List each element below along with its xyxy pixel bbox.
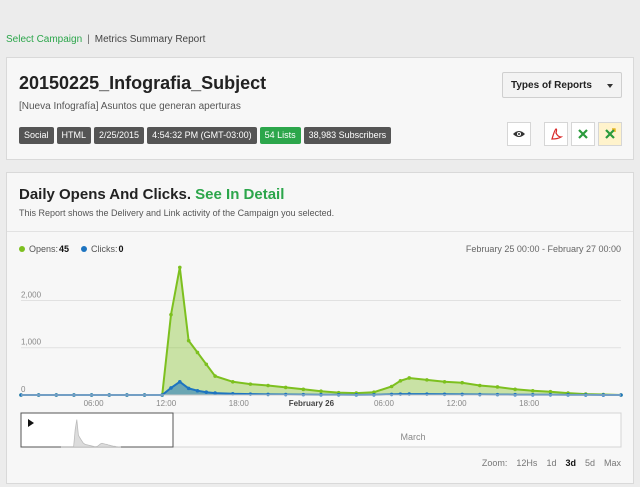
navigator-selected-range xyxy=(20,412,174,448)
opens-data-point xyxy=(425,378,429,382)
zoom-option-1d[interactable]: 1d xyxy=(546,458,556,468)
campaign-subtitle: [Nueva Infografía] Asuntos que generan a… xyxy=(19,101,241,112)
chart-divider xyxy=(7,231,633,232)
x-tick-label: February 26 xyxy=(289,399,335,408)
tag-time: 4:54:32 PM (GMT-03:00) xyxy=(147,127,257,144)
campaign-title: 20150225_Infografia_Subject xyxy=(19,73,267,93)
opens-data-point xyxy=(195,350,200,355)
opens-data-point xyxy=(169,312,173,317)
breadcrumb-select-campaign-link[interactable]: Select Campaign xyxy=(6,34,82,45)
legend-clicks-label: Clicks: xyxy=(91,244,118,254)
x-tick-label: 06:00 xyxy=(374,399,395,408)
opens-data-point xyxy=(319,389,323,394)
y-tick-label: 2,000 xyxy=(21,290,42,299)
opens-data-point xyxy=(398,379,403,383)
export-pdf-button[interactable] xyxy=(544,122,568,146)
clicks-data-point xyxy=(204,390,209,394)
zoom-option-5d[interactable]: 5d xyxy=(585,458,595,468)
zoom-controls: Zoom: 12Hs 1d 3d 5d Max xyxy=(482,458,621,468)
opens-data-point xyxy=(283,385,288,390)
legend-clicks-value: 0 xyxy=(118,244,124,254)
opens-clicks-chart[interactable]: 0 1,000 2,000 06:00 12:00 18:00 February 26 06:… xyxy=(7,255,633,480)
campaign-header-panel: 20150225_Infografia_Subject [Nueva Infog… xyxy=(6,57,634,160)
tag-type: Social xyxy=(19,127,54,144)
see-in-detail-link[interactable]: See In Detail xyxy=(195,186,284,203)
opens-data-point xyxy=(248,382,253,386)
types-of-reports-label: Types of Reports xyxy=(511,79,592,91)
breadcrumb: Select Campaign | Metrics Summary Report xyxy=(6,34,205,45)
x-tick-label: 18:00 xyxy=(519,399,540,408)
opens-data-point xyxy=(389,384,394,389)
campaign-tags: Social HTML 2/25/2015 4:54:32 PM (GMT-03… xyxy=(19,127,392,144)
x-tick-label: 12:00 xyxy=(156,399,177,408)
tag-format: HTML xyxy=(56,127,92,144)
opens-data-point xyxy=(230,379,235,384)
clicks-data-point xyxy=(186,386,191,391)
excel-yellow-icon xyxy=(605,128,616,139)
clicks-data-point xyxy=(178,379,182,384)
opens-series-area xyxy=(21,267,621,395)
export-excel-button[interactable] xyxy=(571,122,595,146)
x-tick-label: 06:00 xyxy=(84,399,105,408)
pdf-icon xyxy=(551,128,563,140)
tag-lists[interactable]: 54 Lists xyxy=(259,127,301,144)
navigator-month-label: March xyxy=(400,432,425,442)
opens-data-point xyxy=(548,389,553,394)
opens-data-point xyxy=(513,387,517,392)
y-tick-label: 1,000 xyxy=(21,338,42,347)
clicks-data-point xyxy=(442,392,447,397)
opens-data-point xyxy=(530,388,535,393)
x-tick-label: 12:00 xyxy=(447,399,468,408)
opens-series-line xyxy=(21,267,622,396)
excel-icon xyxy=(578,129,588,139)
chart-title-text: Daily Opens And Clicks. xyxy=(19,186,191,203)
tag-subscribers: 38,983 Subscribers xyxy=(303,127,392,144)
zoom-option-12hs[interactable]: 12Hs xyxy=(516,458,537,468)
opens-data-point xyxy=(478,383,482,388)
zoom-option-max[interactable]: Max xyxy=(604,458,621,468)
daily-opens-clicks-panel: Daily Opens And Clicks. See In Detail Th… xyxy=(6,172,634,484)
opens-data-point xyxy=(186,338,191,343)
clicks-dot-icon xyxy=(81,246,88,252)
breadcrumb-current: Metrics Summary Report xyxy=(94,34,206,45)
clicks-data-point xyxy=(169,386,173,390)
export-excel-alt-button[interactable] xyxy=(598,122,622,146)
opens-data-point xyxy=(266,383,270,388)
opens-data-point xyxy=(442,379,447,384)
zoom-option-3d[interactable]: 3d xyxy=(565,458,576,468)
clicks-data-point xyxy=(389,392,394,397)
opens-data-point xyxy=(407,376,412,380)
chart-section-title: Daily Opens And Clicks. See In Detail xyxy=(19,186,284,203)
opens-data-point xyxy=(178,265,182,270)
opens-data-point xyxy=(204,362,209,367)
legend-opens-value: 45 xyxy=(59,244,70,254)
opens-data-point xyxy=(301,387,306,392)
legend-opens-label: Opens: xyxy=(29,244,59,254)
chart-description: This Report shows the Delivery and Link … xyxy=(19,208,335,218)
clicks-data-point xyxy=(195,388,200,393)
opens-dot-icon xyxy=(19,246,25,252)
opens-data-point xyxy=(213,374,217,378)
tag-date: 2/25/2015 xyxy=(94,127,145,144)
eye-icon xyxy=(513,131,525,137)
view-button[interactable] xyxy=(507,122,531,146)
opens-data-point xyxy=(495,385,500,389)
x-tick-label: 18:00 xyxy=(229,399,250,408)
chart-legend: Opens: 45 Clicks: 0 xyxy=(19,244,124,254)
caret-down-icon xyxy=(607,84,613,88)
y-tick-label: 0 xyxy=(21,385,26,394)
types-of-reports-dropdown[interactable]: Types of Reports xyxy=(502,72,622,98)
opens-data-point xyxy=(460,380,464,385)
chart-date-range: February 25 00:00 - February 27 00:00 xyxy=(465,244,621,254)
legend-opens[interactable]: Opens: 45 xyxy=(19,244,69,254)
clicks-data-point xyxy=(266,392,270,397)
breadcrumb-separator: | xyxy=(87,34,90,45)
clicks-data-point xyxy=(213,391,217,395)
clicks-data-point xyxy=(460,392,464,397)
legend-clicks[interactable]: Clicks: 0 xyxy=(81,244,124,254)
zoom-label: Zoom: xyxy=(481,458,508,468)
